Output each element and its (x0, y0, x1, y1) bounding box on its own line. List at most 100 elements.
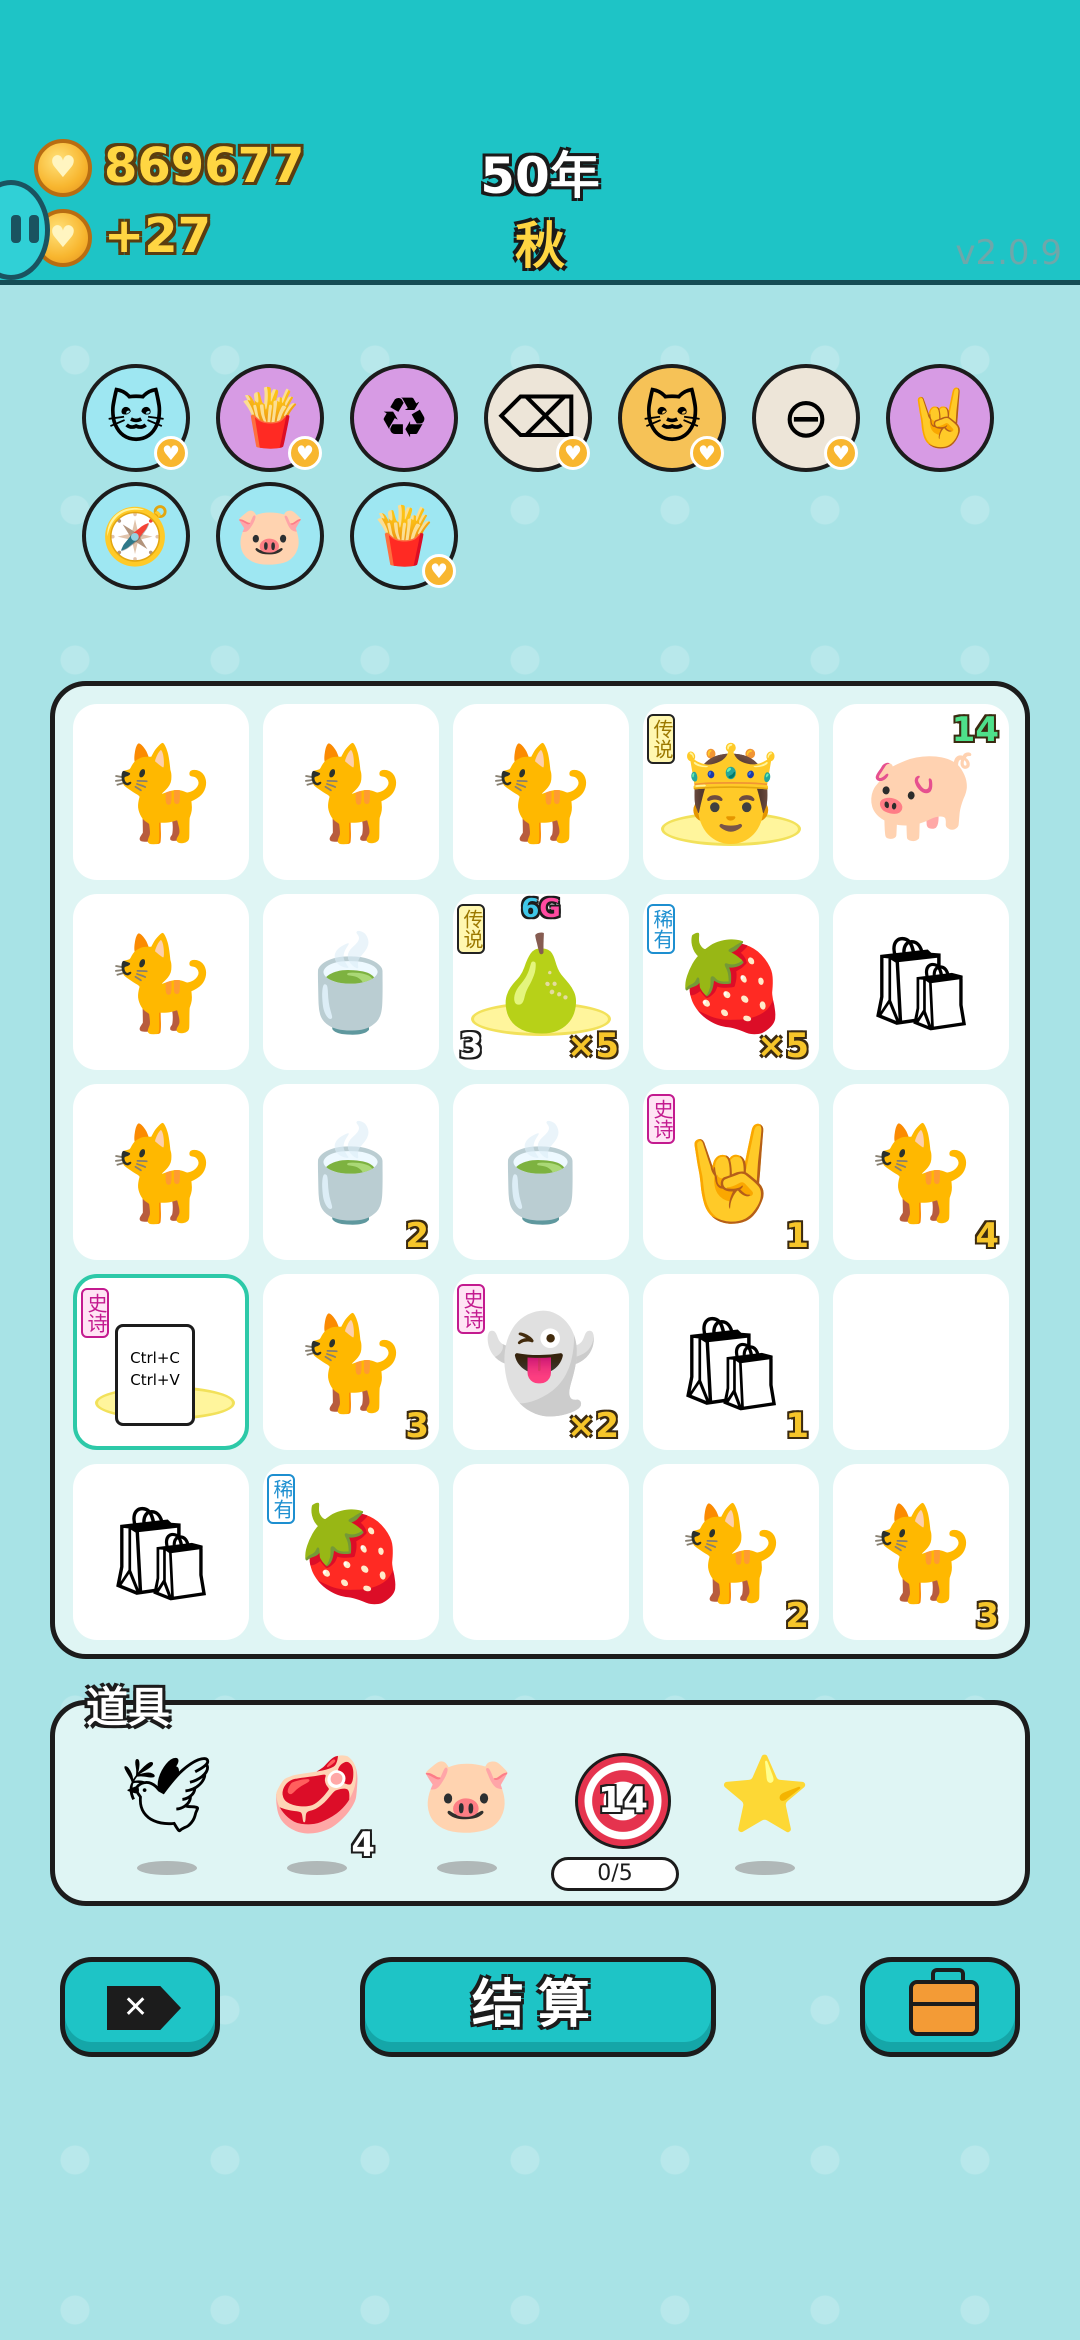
board-cell-cat[interactable]: 🐈 3 (263, 1274, 439, 1450)
rarity-tag: 传说 (647, 714, 675, 764)
props-panel: 🕊 🥩 4 🐷 14 0/5 ⭐ (50, 1700, 1030, 1906)
skill-fries[interactable]: 🍟 ♥ (216, 364, 324, 472)
skill-cats[interactable]: 🐱 ♥ (618, 364, 726, 472)
piggy-bank-icon: 🐷 (420, 1752, 514, 1838)
board-cell-lychee[interactable]: 🍓 稀有 ×5 (643, 894, 819, 1070)
heart-badge-icon: ♥ (154, 436, 188, 470)
props-title: 道具 (86, 1683, 171, 1732)
board-cell-lychee[interactable]: 🍓 稀有 (263, 1464, 439, 1640)
prop-liver[interactable]: 🥩 4 (257, 1745, 377, 1875)
season-label: 秋 (515, 217, 565, 275)
item-count: 3 (405, 1406, 429, 1446)
cat-icon: 🐈 (103, 930, 219, 1037)
version-label: v2.0.9 (955, 233, 1062, 273)
board-cell-ghost[interactable]: 👻 史诗 ×2 (453, 1274, 629, 1450)
cat-icon: 🐱 (106, 385, 166, 451)
board-cell-king[interactable]: 🤴 传说 (643, 704, 819, 880)
prop-shadow (735, 1861, 795, 1875)
copy-paste-card: Ctrl+C Ctrl+V (115, 1324, 195, 1426)
board-cell-cat[interactable]: 🐈 3 (833, 1464, 1009, 1640)
compass-icon: 🧭 (101, 504, 171, 569)
briefcase-icon (909, 1968, 979, 2036)
board-cell-pig[interactable]: 🐖 14 (833, 704, 1009, 880)
board-cell-empty[interactable] (833, 1274, 1009, 1450)
board-cell-cat[interactable]: 🐈 2 (643, 1464, 819, 1640)
cats-icon: 🐱 (642, 385, 702, 451)
skill-recycle[interactable]: ♻ (350, 364, 458, 472)
board-cell-trash-bag[interactable]: 🛍 1 (643, 1274, 819, 1450)
board-cell-cat[interactable]: 🐈 (263, 704, 439, 880)
board-cell-pear[interactable]: 🍐 传说 6G ×5 3 (453, 894, 629, 1070)
prop-star[interactable]: ⭐ (705, 1745, 825, 1875)
heart-badge-icon: ♥ (556, 436, 590, 470)
cat-icon: 🐈 (293, 740, 409, 847)
level-label: 6G (521, 894, 561, 924)
rock-hand-icon: 🤘 (905, 386, 975, 451)
cat-icon: 🐈 (483, 740, 599, 847)
board-cell-cat[interactable]: 🐈 (73, 704, 249, 880)
prop-shadow (287, 1861, 347, 1875)
board-cell-tea-bag[interactable]: 🍵 (453, 1084, 629, 1260)
item-count: 2 (785, 1596, 809, 1636)
star-icon: ⭐ (718, 1752, 812, 1838)
piggy-bank-icon: 🐷 (235, 504, 305, 569)
trash-bag-icon: 🛍 (102, 1500, 220, 1607)
item-count: ×5 (756, 1026, 809, 1066)
prop-target[interactable]: 14 0/5 (551, 1745, 679, 1891)
coin-gain: +27 (104, 208, 212, 264)
dove-icon: 🕊 (120, 1752, 214, 1838)
pause-icon (11, 215, 21, 243)
tea-bag-icon: 🍵 (293, 930, 409, 1037)
board-cell-tea-bag[interactable]: 🍵 2 (263, 1084, 439, 1260)
item-level: 3 (459, 1026, 483, 1066)
board-cell-trash-bag[interactable]: 🛍 (73, 1464, 249, 1640)
board-cell-cat[interactable]: 🐈 4 (833, 1084, 1009, 1260)
board-cell-tea-bag[interactable]: 🍵 (263, 894, 439, 1070)
heart-badge-icon: ♥ (690, 436, 724, 470)
board-cell-cat[interactable]: 🐈 (73, 1084, 249, 1260)
board-cell-rock-hand[interactable]: 🤘 史诗 1 (643, 1084, 819, 1260)
prop-shadow (137, 1861, 197, 1875)
target-progress: 0/5 (551, 1857, 679, 1891)
skill-minus[interactable]: ⊖ ♥ (752, 364, 860, 472)
heart-badge-icon: ♥ (422, 554, 456, 588)
skill-rock-hand[interactable]: 🤘 (886, 364, 994, 472)
target-value: 14 (597, 1780, 649, 1821)
inventory-button[interactable] (860, 1957, 1020, 2057)
prop-dove[interactable]: 🕊 (107, 1745, 227, 1875)
tea-bag-icon: 🍵 (483, 1120, 599, 1227)
coin-icon (34, 139, 92, 197)
item-count: ×2 (566, 1406, 619, 1446)
rarity-tag: 史诗 (81, 1288, 109, 1338)
settle-label: 结算 (471, 1975, 604, 2035)
prop-piggy-bank[interactable]: 🐷 (407, 1745, 527, 1875)
prop-shadow (437, 1861, 497, 1875)
recycle-icon: ♻ (378, 385, 430, 451)
skill-compass[interactable]: 🧭 (82, 482, 190, 590)
skill-cat[interactable]: 🐱 ♥ (82, 364, 190, 472)
item-count: 14 (951, 710, 999, 750)
skill-fries[interactable]: 🍟 ♥ (350, 482, 458, 590)
delete-button[interactable]: ✕ (60, 1957, 220, 2057)
cat-icon: 🐈 (103, 740, 219, 847)
board-cell-empty[interactable] (453, 1464, 629, 1640)
heart-badge-icon: ♥ (288, 436, 322, 470)
item-count: 4 (975, 1216, 999, 1256)
trash-bag-icon: 🛍 (862, 930, 980, 1037)
card-line: Ctrl+C (130, 1349, 180, 1367)
delete-icon: ✕ (107, 1986, 181, 2030)
board-cell-cat[interactable]: 🐈 (453, 704, 629, 880)
settle-button[interactable]: 结算 (360, 1957, 716, 2057)
pause-button[interactable] (0, 180, 50, 280)
board-cell-trash-bag[interactable]: 🛍 (833, 894, 1009, 1070)
item-count: 2 (405, 1216, 429, 1256)
card-line: Ctrl+V (130, 1371, 180, 1389)
target-icon: 14 (575, 1753, 671, 1849)
skill-delete-tag[interactable]: ⌫ ♥ (484, 364, 592, 472)
rarity-tag: 史诗 (457, 1284, 485, 1334)
board-cell-cat[interactable]: 🐈 (73, 894, 249, 1070)
skill-piggy-bank[interactable]: 🐷 (216, 482, 324, 590)
rarity-tag: 稀有 (647, 904, 675, 954)
board-cell-copy-paste[interactable]: Ctrl+C Ctrl+V 史诗 (73, 1274, 249, 1450)
top-bar: 869677 +27 50年 秋 v2.0.9 (0, 0, 1080, 285)
